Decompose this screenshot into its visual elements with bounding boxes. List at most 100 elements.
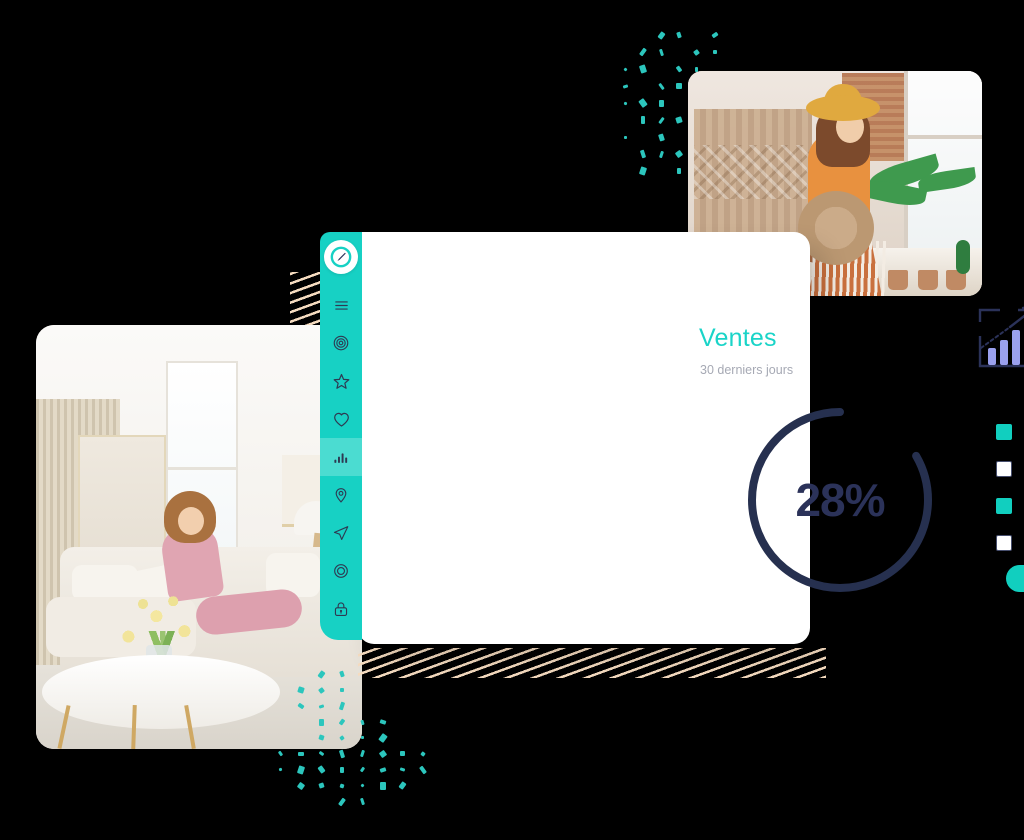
decorative-dot (674, 149, 684, 159)
page-root: Ventes 30 derniers jours 28% (0, 0, 1024, 840)
decorative-dot (317, 686, 325, 694)
pen-circle-logo-icon (330, 246, 352, 268)
decorative-dot (359, 750, 365, 758)
decorative-dot (712, 50, 717, 54)
decorative-dot (359, 797, 365, 806)
decorative-dot (338, 670, 345, 678)
decorative-dot (671, 130, 686, 144)
legend-checkbox-3[interactable] (996, 534, 1012, 551)
decorative-dot (379, 766, 387, 773)
decorative-dot (374, 700, 391, 713)
legend-item-2[interactable]: Commissions (996, 487, 1024, 524)
decorative-dot (420, 751, 427, 757)
target-spiral-icon (333, 335, 349, 351)
decorative-dot (623, 135, 627, 139)
decorative-dot (317, 765, 326, 775)
decorative-dot (318, 718, 324, 726)
decorative-dot (297, 702, 305, 710)
decorative-dot (636, 130, 651, 144)
hamburger-menu-icon (334, 300, 348, 310)
legend-checkbox-1[interactable] (996, 460, 1012, 477)
decorative-dot (360, 736, 364, 740)
decorative-dot (415, 795, 432, 808)
decorative-dot (292, 795, 309, 808)
dashboard-content: Ventes 30 derniers jours 28% (362, 232, 1024, 644)
decorative-dot (623, 101, 628, 105)
heart-icon (333, 412, 349, 427)
decorative-dot (394, 716, 411, 729)
sidebar-item-send[interactable] (320, 514, 362, 552)
decorative-dot (622, 83, 629, 89)
decorative-dot (639, 64, 648, 74)
decorative-dot (359, 766, 365, 773)
decorative-dot (297, 686, 305, 695)
decorative-dot (675, 116, 683, 124)
decorative-dot (354, 684, 371, 697)
decorative-dot (298, 751, 305, 756)
decorative-dot (657, 132, 665, 142)
legend-item-0[interactable]: Ventes (996, 413, 1024, 450)
sidebar-item-menu[interactable] (320, 286, 362, 324)
decorative-dot (636, 79, 651, 93)
decorative-dot (394, 700, 411, 713)
page-subtitle: 30 derniers jours (700, 363, 794, 377)
sidebar-item-locations[interactable] (320, 476, 362, 514)
decorative-dot (658, 150, 664, 158)
legend-checkbox-0[interactable] (996, 423, 1012, 440)
decorative-dot (374, 684, 391, 697)
donut-center-percentage: 28% (795, 474, 885, 526)
sidebar-nav-list (320, 286, 362, 628)
decorative-dot (292, 732, 309, 745)
decorative-dot (337, 797, 346, 806)
decorative-dot (272, 716, 289, 729)
decorative-dot (313, 795, 330, 808)
decorative-dot (671, 96, 686, 110)
sidebar-item-likes[interactable] (320, 400, 362, 438)
app-logo (324, 240, 358, 274)
growth-bar-chart-icon (974, 304, 1024, 377)
decorative-dot (676, 31, 682, 39)
decorative-dot (272, 668, 289, 681)
decorative-dot (339, 688, 344, 693)
legend-item-3[interactable]: Partenaires (996, 524, 1024, 561)
decorative-dot (317, 670, 326, 679)
decorative-dot (394, 732, 411, 745)
star-icon (333, 373, 349, 389)
decorative-dot (400, 751, 406, 757)
decorative-dot (415, 732, 432, 745)
decorative-dot (636, 28, 651, 42)
lock-icon (334, 602, 348, 617)
decorative-dot (623, 66, 628, 72)
decorative-dot (379, 719, 387, 725)
decorative-dot (374, 795, 391, 808)
decorative-dot (639, 47, 648, 57)
decorative-dot (415, 700, 432, 713)
legend-checkbox-2[interactable] (996, 497, 1012, 514)
decorative-dot (379, 781, 386, 790)
sidebar-item-target[interactable] (320, 324, 362, 362)
decorative-dot (394, 668, 411, 681)
decorative-dot (671, 45, 686, 59)
decorative-dot (618, 147, 633, 161)
sidebar-item-favorites[interactable] (320, 362, 362, 400)
decorative-dot (272, 700, 289, 713)
develop-button[interactable]: ▼ Développer (1006, 565, 1024, 592)
decorative-dot (292, 716, 309, 729)
legend-item-1[interactable]: Leads (996, 450, 1024, 487)
decorative-dot (394, 795, 411, 808)
decorative-dot (639, 166, 648, 176)
decorative-dot (415, 668, 432, 681)
decorative-dot (296, 781, 306, 790)
decorative-dot (618, 113, 633, 127)
sidebar-item-statistics[interactable] (320, 438, 362, 476)
donut-chart: 28% (740, 400, 940, 600)
sidebar-item-target-ring[interactable] (320, 552, 362, 590)
sidebar-item-security[interactable] (320, 590, 362, 628)
decorative-dot (360, 783, 365, 788)
decorative-dot (641, 116, 646, 124)
decorative-dot (689, 28, 704, 42)
decorative-dot (339, 766, 344, 773)
page-title: Ventes (699, 324, 777, 352)
location-pin-icon (335, 488, 347, 503)
decorative-dot (378, 749, 387, 759)
